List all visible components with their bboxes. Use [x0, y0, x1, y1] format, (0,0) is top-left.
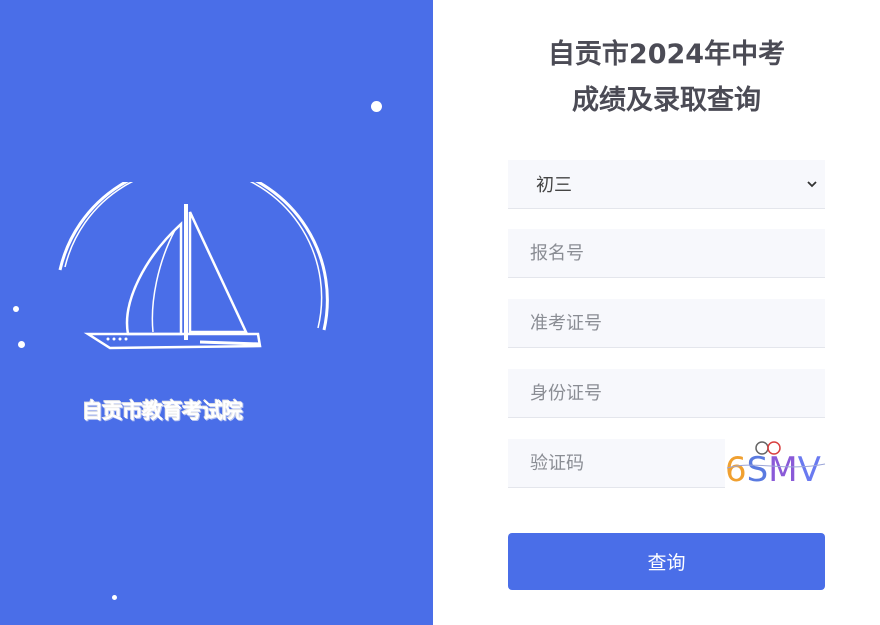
- organization-name: 自贡市教育考试院: [82, 399, 243, 423]
- decor-dot: [371, 101, 382, 112]
- query-button[interactable]: 查询: [508, 533, 825, 590]
- query-form-panel: 自贡市2024年中考 成绩及录取查询 初三 6SMV 查询: [433, 0, 880, 625]
- captcha-input[interactable]: [508, 439, 725, 488]
- grade-select-value: 初三: [536, 175, 572, 196]
- id-card-input[interactable]: [508, 369, 825, 418]
- decor-dot: [112, 595, 117, 600]
- page-title-line2: 成绩及录取查询: [572, 85, 761, 116]
- page-title: 自贡市2024年中考 成绩及录取查询: [433, 32, 880, 124]
- decor-dot: [13, 306, 19, 312]
- decor-dot: [18, 341, 25, 348]
- captcha-image[interactable]: 6SMV: [725, 438, 827, 488]
- registration-number-input[interactable]: [508, 229, 825, 278]
- grade-select[interactable]: 初三: [508, 160, 825, 209]
- admission-ticket-input[interactable]: [508, 299, 825, 348]
- captcha-text: 6SMV: [725, 450, 821, 488]
- sailboat-logo: [58, 182, 329, 350]
- chevron-down-icon: [807, 181, 817, 188]
- left-panel: 自贡市教育考试院: [0, 0, 433, 625]
- page-title-line1: 自贡市2024年中考: [547, 39, 786, 70]
